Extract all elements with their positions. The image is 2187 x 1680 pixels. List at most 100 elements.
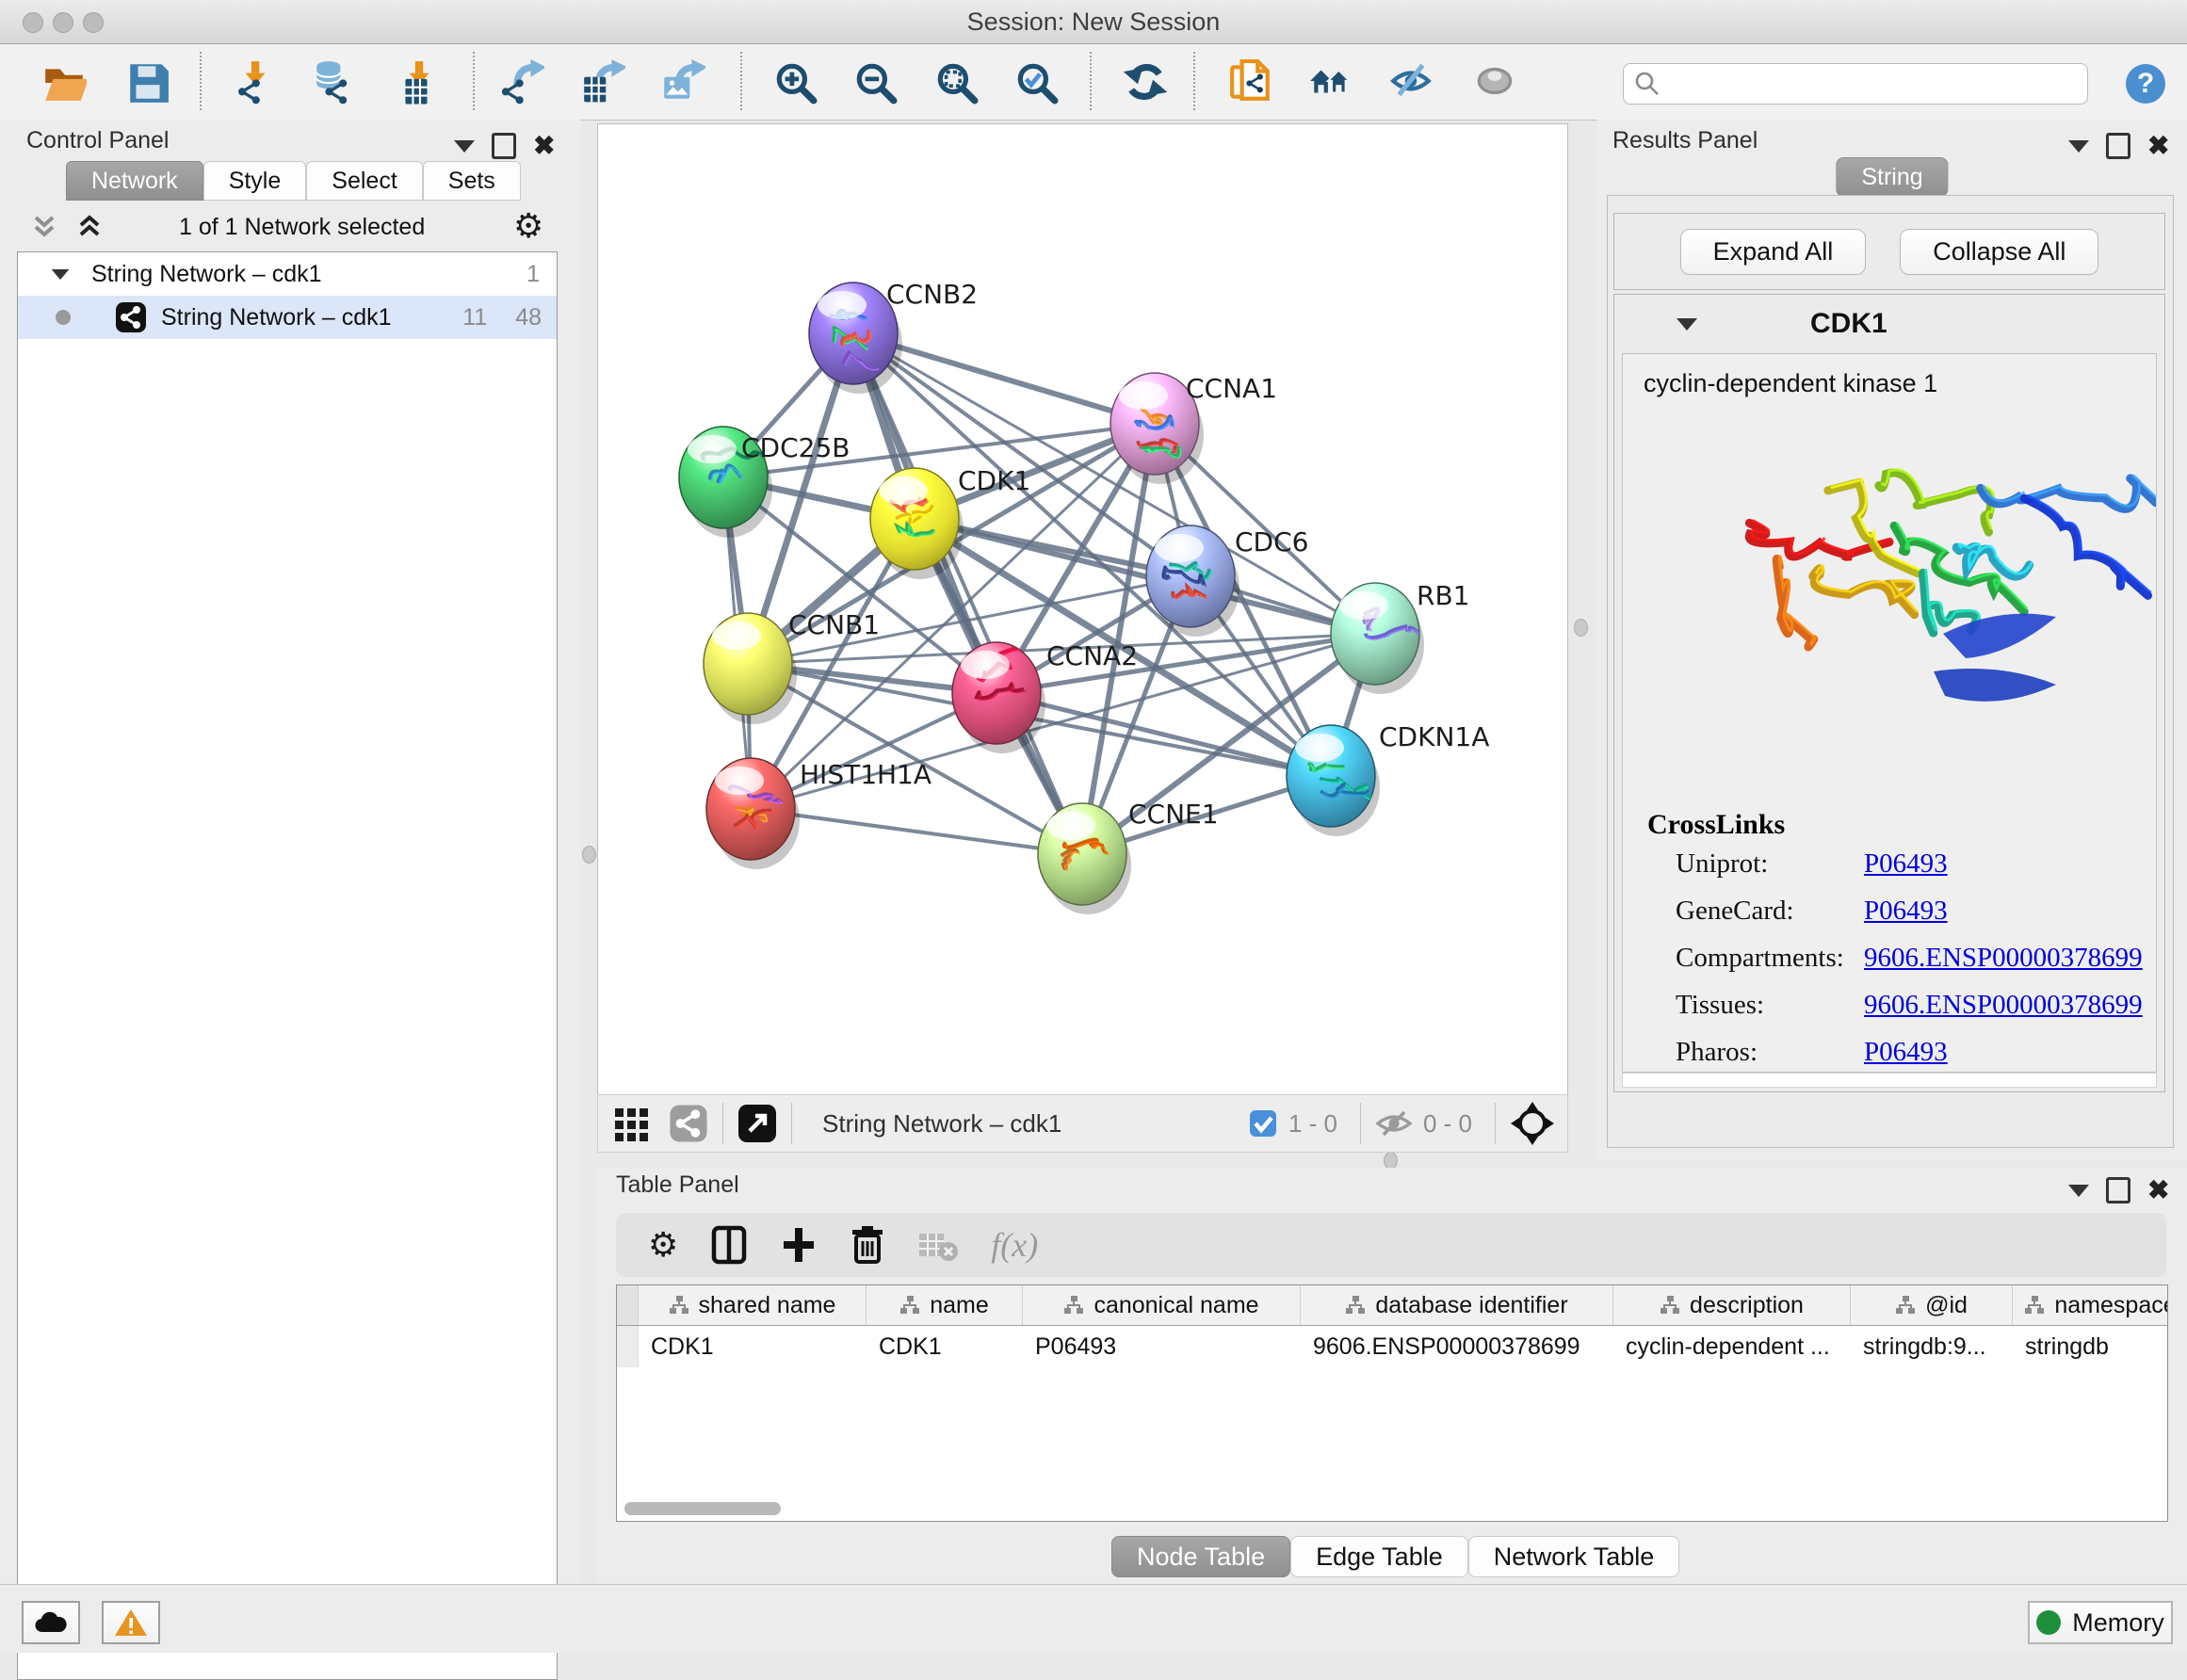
- left-splitter-handle[interactable]: [582, 846, 596, 864]
- collapse-all-button[interactable]: Collapse All: [1900, 229, 2098, 275]
- search-box[interactable]: [1623, 63, 2088, 105]
- node-CDKN1A[interactable]: [1287, 725, 1380, 836]
- export-table-button[interactable]: [578, 57, 627, 106]
- network-collection-row[interactable]: String Network – cdk1 1: [18, 252, 557, 296]
- zoom-selected-button[interactable]: [1012, 57, 1061, 106]
- export-image-button[interactable]: [658, 57, 707, 106]
- network-view-icon[interactable]: [668, 1103, 709, 1144]
- clone-network-button[interactable]: [1226, 57, 1275, 106]
- hide-selected-button[interactable]: [1387, 57, 1436, 106]
- column-header-description[interactable]: description: [1613, 1285, 1851, 1325]
- tab-sets[interactable]: Sets: [423, 161, 521, 201]
- float-panel-icon[interactable]: [2106, 133, 2130, 159]
- refresh-button[interactable]: [1121, 57, 1170, 106]
- import-network-file-button[interactable]: [230, 57, 279, 106]
- export-network-icon: [499, 59, 544, 105]
- table-tabs: Node TableEdge TableNetwork Table: [1111, 1536, 1679, 1577]
- crosslink-link[interactable]: P06493: [1864, 1037, 1948, 1068]
- zoom-out-button[interactable]: [850, 57, 899, 106]
- network-row-selected[interactable]: String Network – cdk1 11 48: [18, 296, 557, 339]
- first-neighbors-button[interactable]: [1306, 57, 1355, 106]
- save-session-button[interactable]: [123, 57, 172, 106]
- results-scrollbar-track[interactable]: [1622, 1073, 2157, 1088]
- selected-checkbox-icon[interactable]: [1247, 1107, 1279, 1139]
- cloud-button[interactable]: [22, 1601, 80, 1644]
- node-details-card: CDK1 cyclin-dependent kinase 1 CrossLink…: [1613, 294, 2165, 1092]
- panel-menu-icon[interactable]: [2068, 1185, 2089, 1197]
- node-table[interactable]: shared namenamecanonical namedatabase id…: [616, 1284, 2168, 1522]
- table-panel: Table Panel ✖ ⚙ f(x): [597, 1168, 2187, 1584]
- show-columns-icon[interactable]: [710, 1224, 748, 1266]
- right-splitter-handle[interactable]: [1574, 619, 1588, 637]
- node-CCNE1[interactable]: [1038, 803, 1131, 914]
- float-panel-icon[interactable]: [2106, 1177, 2130, 1203]
- close-panel-icon[interactable]: ✖: [2147, 136, 2169, 156]
- panel-menu-icon[interactable]: [2068, 140, 2089, 153]
- crosslink-link[interactable]: P06493: [1864, 896, 1948, 927]
- import-table-file-button[interactable]: [394, 57, 443, 106]
- close-panel-icon[interactable]: ✖: [2147, 1180, 2169, 1201]
- table-row[interactable]: CDK1CDK1P064939606.ENSP00000378699cyclin…: [617, 1326, 2167, 1367]
- network-options-gear-icon[interactable]: ⚙: [513, 206, 543, 246]
- node-RB1[interactable]: [1331, 583, 1425, 694]
- help-button[interactable]: ?: [2121, 59, 2170, 108]
- view-toolbar-separator: [1360, 1103, 1361, 1144]
- crosslink-label: GeneCard:: [1676, 896, 1864, 927]
- memory-button[interactable]: Memory: [2028, 1601, 2173, 1644]
- column-header-id[interactable]: @id: [1851, 1285, 2013, 1325]
- add-column-icon[interactable]: [780, 1224, 818, 1266]
- warnings-button[interactable]: [102, 1601, 160, 1644]
- zoom-in-button[interactable]: [770, 57, 819, 106]
- column-header-name[interactable]: name: [867, 1285, 1023, 1325]
- fit-selected-icon[interactable]: [1509, 1100, 1556, 1147]
- view-toolbar-separator: [722, 1103, 723, 1144]
- tab-network-table[interactable]: Network Table: [1468, 1536, 1680, 1577]
- tab-string[interactable]: String: [1836, 157, 1948, 197]
- network-node-count: 11: [462, 304, 487, 331]
- column-header-shared-name[interactable]: shared name: [639, 1285, 867, 1325]
- search-input[interactable]: [1667, 70, 2087, 98]
- minimize-window-button[interactable]: [53, 12, 73, 33]
- column-header-namespace[interactable]: namespace: [2013, 1285, 2168, 1325]
- crosslink-link[interactable]: 9606.ENSP00000378699: [1864, 990, 2143, 1021]
- grid-view-icon[interactable]: [611, 1103, 653, 1144]
- panel-menu-icon[interactable]: [454, 140, 475, 153]
- zoom-window-button[interactable]: [83, 12, 104, 33]
- delete-column-icon[interactable]: [850, 1224, 885, 1266]
- crosslink-link[interactable]: 9606.ENSP00000378699: [1864, 943, 2143, 974]
- expand-all-button[interactable]: Expand All: [1680, 229, 1867, 275]
- tab-style[interactable]: Style: [203, 161, 307, 201]
- node-CDK1[interactable]: [870, 468, 964, 579]
- svg-text:?: ?: [2137, 68, 2154, 99]
- tab-edge-table[interactable]: Edge Table: [1290, 1536, 1468, 1577]
- zoom-in-icon: [772, 59, 818, 105]
- network-canvas[interactable]: CCNB2CCNA1CDC25BCDK1CDC6RB1CCNB1CCNA2CDK…: [597, 123, 1568, 1095]
- table-horizontal-scrollbar[interactable]: [624, 1502, 781, 1515]
- node-CCNA2[interactable]: [952, 642, 1045, 753]
- collapse-all-icon[interactable]: [28, 210, 60, 242]
- column-header-database-identifier[interactable]: database identifier: [1301, 1285, 1613, 1325]
- table-options-gear-icon[interactable]: ⚙: [648, 1225, 678, 1265]
- results-panel: Results Panel ✖ String Expand All Collap…: [1597, 120, 2187, 1160]
- open-external-icon[interactable]: [737, 1103, 778, 1144]
- close-window-button[interactable]: [23, 12, 43, 33]
- control-panel-tabs: NetworkStyleSelectSets: [66, 161, 521, 201]
- tab-node-table[interactable]: Node Table: [1111, 1536, 1290, 1577]
- show-all-button[interactable]: [1471, 57, 1520, 106]
- open-session-button[interactable]: [40, 57, 89, 106]
- tab-select[interactable]: Select: [306, 161, 422, 201]
- column-header-canonical-name[interactable]: canonical name: [1023, 1285, 1301, 1325]
- tab-network[interactable]: Network: [66, 161, 203, 201]
- hidden-eye-icon[interactable]: [1374, 1107, 1414, 1140]
- import-network-database-button[interactable]: [309, 57, 358, 106]
- expand-all-icon[interactable]: [73, 210, 105, 242]
- zoom-fit-button[interactable]: [932, 57, 980, 106]
- cloud-icon: [33, 1609, 69, 1636]
- close-panel-icon[interactable]: ✖: [533, 136, 555, 156]
- export-network-button[interactable]: [497, 57, 546, 106]
- float-panel-icon[interactable]: [492, 133, 516, 159]
- crosslink-link[interactable]: P06493: [1864, 848, 1948, 880]
- collection-expand-icon[interactable]: [52, 268, 70, 279]
- selected-count: 1 - 0: [1288, 1109, 1337, 1139]
- entry-collapse-icon[interactable]: [1677, 318, 1697, 331]
